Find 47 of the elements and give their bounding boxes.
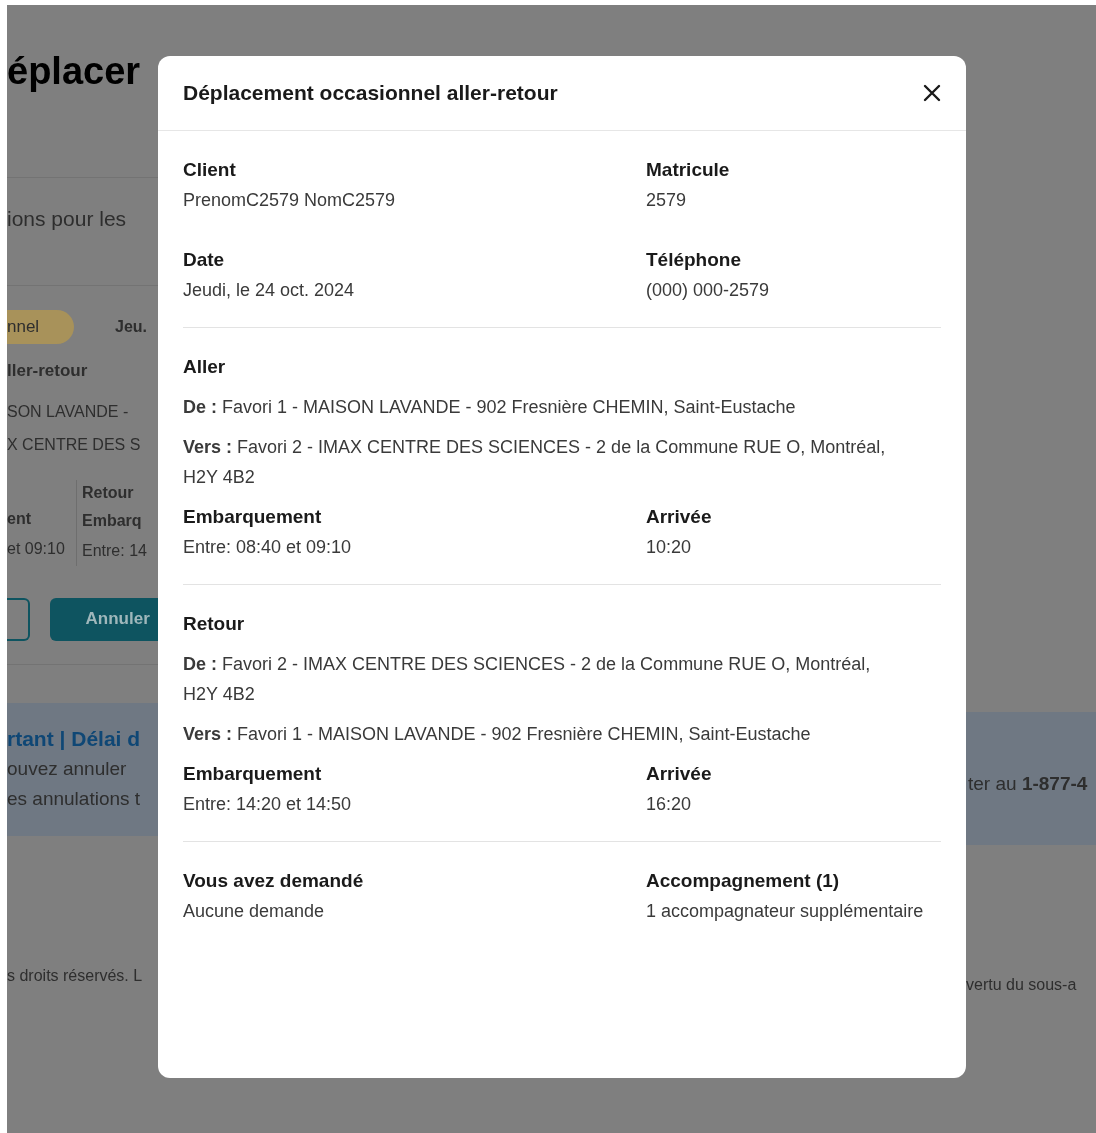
field-value: Jeudi, le 24 oct. 2024 <box>183 279 356 302</box>
field-value: (000) 000-2579 <box>646 279 771 302</box>
field-label: Arrivée <box>646 505 713 529</box>
trip-type: ller-retour <box>7 360 89 382</box>
address-text: De : Favori 2 - IMAX CENTRE DES SCIENCES - 2 de la Commune RUE O, Montréal, H2Y 4B2 <box>183 653 872 706</box>
column-heading: Retour <box>82 482 135 503</box>
notice-title: rtant | Délai d <box>7 725 142 752</box>
trip-destination: X CENTRE DES S <box>7 434 142 455</box>
field-value: 1 accompagnateur supplémentaire <box>646 900 925 923</box>
field-label: Embarq <box>82 510 143 531</box>
notice-text: ouvez annuler <box>7 757 128 781</box>
trip-origin: SON LAVANDE - <box>7 401 130 422</box>
address-text: De : Favori 1 - MAISON LAVANDE - 902 Fresnière CHEMIN, Saint-Eustache <box>183 396 797 419</box>
field-value: Entre: 14 <box>82 540 147 561</box>
field-value: 2579 <box>646 189 688 212</box>
address-text: Vers : Favori 2 - IMAX CENTRE DES SCIENCES - 2 de la Commune RUE O, Montréal, H2Y 4B2 <box>183 436 887 489</box>
section-heading: Aller <box>183 355 227 379</box>
field-value: et 09:10 <box>7 538 66 559</box>
field-value: Entre: 08:40 et 09:10 <box>183 536 353 559</box>
field-label: Téléphone <box>646 248 742 272</box>
close-icon <box>923 84 941 102</box>
field-label: Client <box>183 158 237 182</box>
status-badge: nnel <box>7 310 74 344</box>
notice-text: ter au 1-877-4 <box>967 772 1089 796</box>
intro-text: ions pour les <box>7 206 128 232</box>
trip-date: Jeu. <box>115 317 147 337</box>
notice-text: es annulations t <box>7 787 142 811</box>
field-label: Date <box>183 248 226 272</box>
field-label: Embarquement <box>183 505 323 529</box>
cancel-button[interactable]: Annuler <box>49 597 158 641</box>
field-label: Arrivée <box>646 762 713 786</box>
field-value: 16:20 <box>646 793 693 816</box>
section-heading: Retour <box>183 612 246 636</box>
field-label: ent <box>7 508 32 529</box>
footer-text: vertu du sous-a <box>966 975 1078 995</box>
field-value: Entre: 14:20 et 14:50 <box>183 793 353 816</box>
field-label: Accompagnement (1) <box>646 869 841 893</box>
address-text: Vers : Favori 1 - MAISON LAVANDE - 902 Fresnière CHEMIN, Saint-Eustache <box>183 723 812 746</box>
field-label: Embarquement <box>183 762 323 786</box>
field-value: Aucune demande <box>183 900 326 923</box>
field-value: 10:20 <box>646 536 693 559</box>
field-label: Matricule <box>646 158 731 182</box>
page-title: éplacer <box>7 51 142 91</box>
field-label: Vous avez demandé <box>183 869 365 893</box>
field-value: PrenomC2579 NomC2579 <box>183 189 397 212</box>
copyright-text: s droits réservés. L <box>7 965 144 986</box>
dialog-title: Déplacement occasionnel aller-retour <box>183 80 558 107</box>
